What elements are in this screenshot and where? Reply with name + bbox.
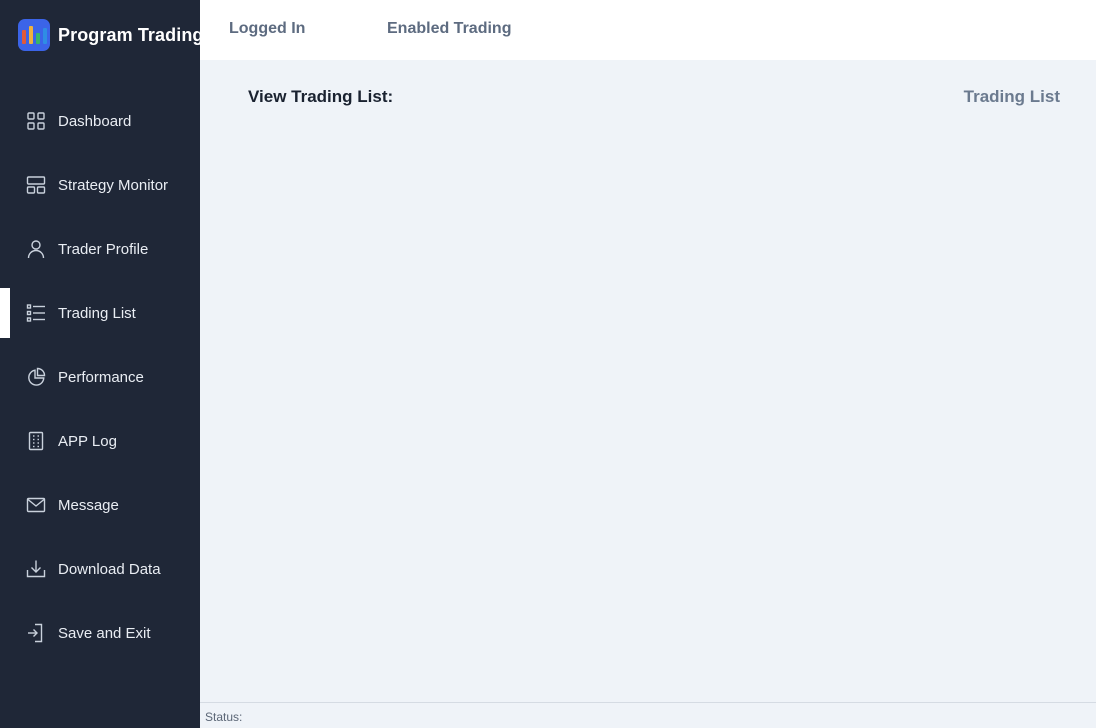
log-icon bbox=[26, 431, 46, 451]
brand: Program Trading bbox=[18, 19, 204, 51]
app-logo-icon bbox=[18, 19, 50, 51]
grid-icon bbox=[26, 111, 46, 131]
sidebar-item-message[interactable]: Message bbox=[0, 473, 200, 537]
sidebar-item-save-and-exit[interactable]: Save and Exit bbox=[0, 601, 200, 665]
sidebar-item-label: Dashboard bbox=[58, 112, 132, 130]
enabled-trading-link[interactable]: Enabled Trading bbox=[387, 20, 511, 38]
sidebar-item-label: Trader Profile bbox=[58, 240, 149, 258]
main-content: View Trading List: Trading List bbox=[200, 60, 1096, 702]
sidebar-item-trading-list[interactable]: Trading List bbox=[0, 281, 200, 345]
section-name: Trading List bbox=[963, 87, 1060, 106]
sidebar-item-dashboard[interactable]: Dashboard bbox=[0, 89, 200, 153]
exit-icon bbox=[26, 623, 46, 643]
sidebar-item-label: Performance bbox=[58, 368, 144, 386]
list-icon bbox=[26, 303, 46, 323]
page-title: View Trading List: bbox=[248, 87, 394, 106]
status-bar: Status: bbox=[200, 702, 1096, 728]
layout-icon bbox=[26, 175, 46, 195]
sidebar-item-trader-profile[interactable]: Trader Profile bbox=[0, 217, 200, 281]
pie-chart-icon bbox=[26, 367, 46, 387]
sidebar-item-label: Save and Exit bbox=[58, 624, 151, 642]
sidebar-nav: Dashboard Strategy Monitor Trader Profil… bbox=[0, 89, 200, 665]
sidebar-item-label: Download Data bbox=[58, 560, 161, 578]
top-bar: Logged In Enabled Trading bbox=[200, 0, 1096, 60]
app-window: Program Trading Dashboard Strategy Monit… bbox=[0, 0, 1096, 728]
sidebar-item-strategy-monitor[interactable]: Strategy Monitor bbox=[0, 153, 200, 217]
app-title: Program Trading bbox=[58, 24, 204, 45]
sidebar-item-download-data[interactable]: Download Data bbox=[0, 537, 200, 601]
status-label: Status: bbox=[205, 710, 243, 724]
sidebar-item-label: Strategy Monitor bbox=[58, 176, 169, 194]
download-icon bbox=[26, 559, 46, 579]
sidebar-item-label: APP Log bbox=[58, 432, 117, 450]
mail-icon bbox=[26, 495, 46, 515]
sidebar-item-label: Trading List bbox=[58, 304, 136, 322]
sidebar-item-performance[interactable]: Performance bbox=[0, 345, 200, 409]
sidebar: Program Trading Dashboard Strategy Monit… bbox=[0, 0, 203, 728]
sidebar-item-label: Message bbox=[58, 496, 119, 514]
sidebar-item-app-log[interactable]: APP Log bbox=[0, 409, 200, 473]
logged-in-link[interactable]: Logged In bbox=[229, 20, 305, 38]
user-icon bbox=[26, 239, 46, 259]
